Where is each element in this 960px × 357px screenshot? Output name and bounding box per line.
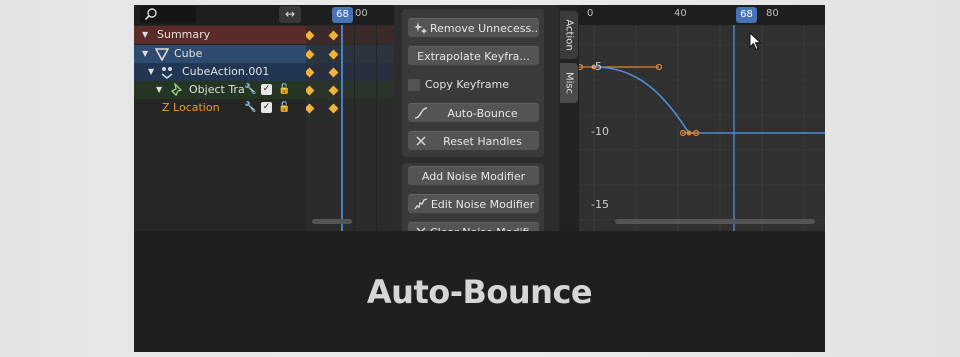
- channel-list-header: ↔: [134, 5, 306, 25]
- y-axis-label: -5: [591, 60, 602, 73]
- current-frame-indicator[interactable]: 68: [736, 7, 757, 23]
- mouse-cursor-icon: [749, 32, 762, 51]
- video-caption: Auto-Bounce: [134, 231, 825, 352]
- graph-editor[interactable]: 0 40 68 80 -5 -10 -15: [579, 5, 825, 231]
- keyframe-point[interactable]: [686, 130, 692, 136]
- x-tick-label: 80: [766, 8, 779, 19]
- horizontal-scrollbar[interactable]: [312, 219, 352, 224]
- channel-label-cube: Cube: [174, 47, 203, 60]
- button-label: Edit Noise Modifier: [430, 198, 535, 211]
- channel-label-z-location: Z Location: [162, 101, 220, 114]
- button-label: Extrapolate Keyfra...: [417, 50, 530, 63]
- keyframe-marker[interactable]: [328, 103, 339, 114]
- channel-row-z-location[interactable]: Z Location 🔧 ✓ 🔓: [134, 99, 306, 117]
- channel-label-summary: Summary: [157, 28, 211, 41]
- graph-canvas[interactable]: [579, 25, 825, 231]
- search-icon: [144, 8, 157, 21]
- x-icon: [416, 136, 426, 146]
- curve-icon: [414, 107, 428, 119]
- expand-triangle-icon[interactable]: ▼: [142, 26, 148, 44]
- lock-icon[interactable]: 🔓: [278, 102, 290, 113]
- auto-bounce-button[interactable]: Auto-Bounce: [408, 103, 539, 122]
- x-tick-label: 0: [587, 8, 594, 19]
- wrench-icon[interactable]: 🔧: [244, 84, 256, 95]
- remove-unnecessary-button[interactable]: Remove Unnecess...: [408, 18, 539, 37]
- expand-triangle-icon[interactable]: ▼: [156, 81, 162, 99]
- copy-keyframe-checkbox[interactable]: Copy Keyframe: [408, 76, 539, 94]
- graph-timeline-header[interactable]: 0 40 68 80: [579, 5, 825, 25]
- y-axis-label: -15: [591, 198, 609, 211]
- checkbox-box[interactable]: [408, 79, 420, 91]
- frame-tick-label: 00: [355, 8, 368, 19]
- fcurve-z-location[interactable]: [593, 66, 825, 134]
- summary-band: [306, 26, 394, 44]
- cube-band: [306, 45, 394, 63]
- grid-line: [354, 25, 355, 231]
- playhead-line[interactable]: [341, 25, 343, 231]
- action-band: [306, 63, 394, 81]
- sidebar-panel: Remove Unnecess... Extrapolate Keyfra...…: [394, 5, 559, 231]
- wrench-icon[interactable]: 🔧: [244, 102, 256, 113]
- edit-noise-modifier-button[interactable]: Edit Noise Modifier: [408, 194, 539, 213]
- object-icon: [155, 48, 169, 61]
- button-label: Auto-Bounce: [447, 107, 518, 120]
- action-icon: [161, 67, 173, 79]
- checkbox-label: Copy Keyframe: [425, 78, 509, 91]
- button-label: Reset Handles: [443, 135, 522, 148]
- channel-row-cube[interactable]: ▼ Cube: [134, 45, 306, 63]
- channel-row-summary[interactable]: ▼ Summary: [134, 26, 306, 44]
- channel-row-object-transforms[interactable]: ▼ Object Tra 🔧 ✓ 🔓: [134, 81, 306, 99]
- channel-enable-checkbox[interactable]: ✓: [261, 102, 272, 113]
- extrapolate-keyframes-button[interactable]: Extrapolate Keyfra...: [408, 46, 539, 65]
- horizontal-scrollbar[interactable]: [615, 219, 815, 224]
- tab-action[interactable]: Action: [560, 11, 578, 59]
- current-frame-indicator[interactable]: 68: [332, 7, 353, 23]
- blender-graph-editor-screen: ↔ ▼ Summary ▼ Cube ▼ CubeAction.001 ▼ Ob…: [134, 5, 825, 231]
- reset-handles-button[interactable]: Reset Handles: [408, 131, 539, 150]
- button-label: Clear Noise Modifi...: [430, 223, 539, 231]
- grid-line: [376, 25, 377, 231]
- channel-row-action[interactable]: ▼ CubeAction.001: [134, 63, 306, 81]
- timeline-header[interactable]: 68 00: [306, 5, 394, 25]
- channel-label-object-transforms: Object Tra: [189, 83, 245, 96]
- button-label: Remove Unnecess...: [430, 22, 539, 35]
- sparkle-icon: [414, 22, 427, 34]
- expand-triangle-icon[interactable]: ▼: [148, 63, 154, 81]
- lock-icon[interactable]: 🔓: [278, 84, 290, 95]
- grid: [579, 25, 825, 231]
- tab-label: Action: [563, 19, 575, 51]
- tab-label: Misc: [563, 71, 575, 95]
- expand-triangle-icon[interactable]: ▼: [142, 45, 148, 63]
- channel-search-input[interactable]: [140, 6, 196, 23]
- dopesheet-strip: 68 00: [306, 5, 394, 231]
- keyframe-marker[interactable]: [306, 103, 315, 114]
- noise-curve-icon: [414, 198, 428, 210]
- channel-enable-checkbox[interactable]: ✓: [261, 84, 272, 95]
- pin-icon: [170, 83, 183, 97]
- channel-label-action: CubeAction.001: [182, 65, 270, 78]
- transforms-band: [306, 81, 394, 99]
- swap-arrows-icon[interactable]: ↔: [279, 6, 301, 23]
- tab-misc[interactable]: Misc: [560, 63, 578, 103]
- add-noise-modifier-button[interactable]: Add Noise Modifier: [408, 166, 539, 185]
- sidebar-tabs: Action Misc: [559, 5, 579, 231]
- video-frame: ↔ ▼ Summary ▼ Cube ▼ CubeAction.001 ▼ Ob…: [134, 5, 825, 352]
- button-label: Add Noise Modifier: [421, 170, 526, 183]
- clear-noise-modifier-button[interactable]: Clear Noise Modifi...: [408, 222, 539, 231]
- x-tick-label: 40: [674, 8, 687, 19]
- y-axis-label: -10: [591, 125, 609, 138]
- channel-list: ↔ ▼ Summary ▼ Cube ▼ CubeAction.001 ▼ Ob…: [134, 5, 306, 231]
